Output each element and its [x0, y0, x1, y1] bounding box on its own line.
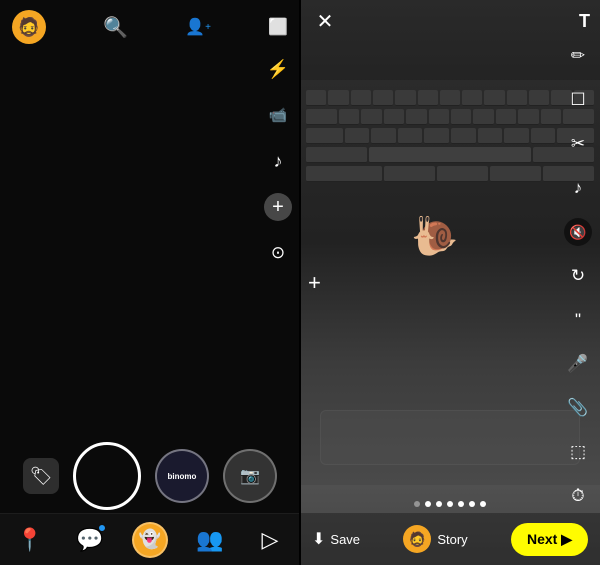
dot-2 [425, 501, 431, 507]
save-button[interactable]: ⬇ Save [312, 529, 360, 549]
dot-6 [469, 501, 475, 507]
page-indicator [300, 501, 600, 507]
nav-map[interactable]: 📍 [8, 518, 52, 562]
focus-icon[interactable]: ⊙ [264, 239, 292, 267]
bottom-nav: 📍 💬 👻 👥 ▷ [0, 513, 300, 565]
capture-button[interactable] [73, 442, 141, 510]
flash-icon[interactable]: ⚡ [264, 55, 292, 83]
right-side-toolbar: ✏ ☐ ✂ ♪ 🔇 ↻ " 🎤 📎 ⬚ ⏱ [564, 42, 592, 510]
binomo-lens[interactable]: binomo [155, 449, 209, 503]
dot-5 [458, 501, 464, 507]
music-icon[interactable]: ♪ [264, 147, 292, 175]
dot-1 [414, 501, 420, 507]
save-icon: ⬇ [312, 529, 325, 549]
search-icon[interactable]: 🔍 [103, 15, 128, 40]
add-content-button[interactable]: + [308, 270, 321, 296]
left-camera-panel: 🧔 🔍 👤+ ⬜ ⚡ 📹 ♪ + ⊙ 🏷 binomo 📷 📍 💬 👻 [0, 0, 300, 565]
save-label: Save [330, 532, 360, 547]
next-button[interactable]: Next ▶ [511, 523, 588, 556]
right-story-panel: 🐌 ✕ T ✏ ☐ ✂ ♪ 🔇 ↻ " 🎤 📎 ⬚ ⏱ + ⬇ Save [300, 0, 600, 565]
mute-tool-icon[interactable]: 🔇 [564, 218, 592, 246]
story-button[interactable]: 🧔 Story [403, 525, 467, 553]
binomo-lens-label: binomo [168, 472, 197, 481]
discover-icon: ▷ [262, 527, 279, 553]
profile-icon[interactable]: ⬜ [268, 17, 288, 37]
refresh-tool-icon[interactable]: ↻ [564, 262, 592, 290]
snail-sticker[interactable]: 🐌 [411, 215, 458, 259]
attach-tool-icon[interactable]: 📎 [564, 394, 592, 422]
snap-avatar-btn[interactable]: 👻 [132, 522, 168, 558]
photo-lens[interactable]: 📷 [223, 449, 277, 503]
sticker-tool-icon[interactable]: ☐ [564, 86, 592, 114]
right-bottom-bar: ⬇ Save 🧔 Story Next ▶ [300, 513, 600, 565]
quote-tool-icon[interactable]: " [564, 306, 592, 334]
photo-lens-icon: 📷 [240, 466, 260, 486]
trackpad-visual [320, 410, 580, 465]
nav-chat[interactable]: 💬 [68, 518, 112, 562]
dot-3 [436, 501, 442, 507]
avatar[interactable]: 🧔 [12, 10, 46, 44]
story-label: Story [437, 532, 467, 547]
plus-icon[interactable]: + [264, 193, 292, 221]
text-tool-btn[interactable]: T [579, 11, 590, 32]
nav-snap[interactable]: 👻 [128, 518, 172, 562]
add-friend-icon[interactable]: 👤+ [185, 17, 211, 37]
dot-4 [447, 501, 453, 507]
dot-7 [480, 501, 486, 507]
pen-tool-icon[interactable]: ✏ [564, 42, 592, 70]
camera-bottom: 🏷 binomo 📷 [0, 442, 300, 510]
left-top-bar: 🧔 🔍 👤+ ⬜ [0, 0, 300, 54]
mic-tool-icon[interactable]: 🎤 [564, 350, 592, 378]
crop-tool-icon[interactable]: ⬚ [564, 438, 592, 466]
music-tool-icon[interactable]: ♪ [564, 174, 592, 202]
scissors-tool-icon[interactable]: ✂ [564, 130, 592, 158]
panel-divider [299, 0, 301, 565]
camera-toolbar: ⚡ 📹 ♪ + ⊙ [264, 55, 292, 267]
friends-icon: 👥 [196, 527, 223, 553]
map-icon: 📍 [16, 527, 43, 553]
close-button[interactable]: ✕ [310, 6, 340, 36]
story-avatar: 🧔 [403, 525, 431, 553]
right-top-bar: ✕ T [300, 0, 600, 42]
nav-discover[interactable]: ▷ [248, 518, 292, 562]
chat-notification-dot [98, 524, 106, 532]
sticker-icon[interactable]: 🏷 [23, 458, 59, 494]
nav-friends[interactable]: 👥 [188, 518, 232, 562]
video-icon[interactable]: 📹 [264, 101, 292, 129]
